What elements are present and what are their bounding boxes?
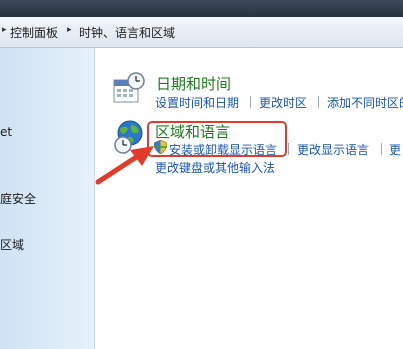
sidebar: et 庭安全 区域 [0,48,95,349]
link-add-clocks[interactable]: 添加不同时区的 [327,94,403,111]
link-separator [318,96,319,108]
window-titlebar [0,0,403,17]
sidebar-item-region[interactable]: 区域 [0,236,24,253]
link-set-date-time[interactable]: 设置时间和日期 [155,94,239,111]
address-bar[interactable]: ▸ 控制面板 ▸ 时钟、语言和区域 [0,17,403,48]
link-change-keyboards-input-methods[interactable]: 更改键盘或其他输入法 [155,159,275,176]
breadcrumb-separator-icon[interactable]: ▸ [67,25,72,35]
link-separator [288,143,289,155]
calendar-clock-icon[interactable] [112,72,146,106]
breadcrumb-item-control-panel[interactable]: 控制面板 [10,24,58,41]
annotation-highlight-box [147,121,287,157]
link-more-truncated[interactable]: 更 [389,141,401,158]
link-change-time-zone[interactable]: 更改时区 [259,94,307,111]
link-change-display-language[interactable]: 更改显示语言 [297,141,369,158]
sidebar-item-network[interactable]: et [0,125,12,139]
breadcrumb-item-clock-language-region[interactable]: 时钟、语言和区域 [79,24,175,41]
link-separator [381,143,382,155]
category-title-date-time[interactable]: 日期和时间 [156,73,231,94]
sidebar-item-family-safety[interactable]: 庭安全 [0,190,36,207]
annotation-arrow-icon [95,146,154,185]
link-separator [250,96,251,108]
breadcrumb-arrow-icon[interactable]: ▸ [2,25,7,35]
